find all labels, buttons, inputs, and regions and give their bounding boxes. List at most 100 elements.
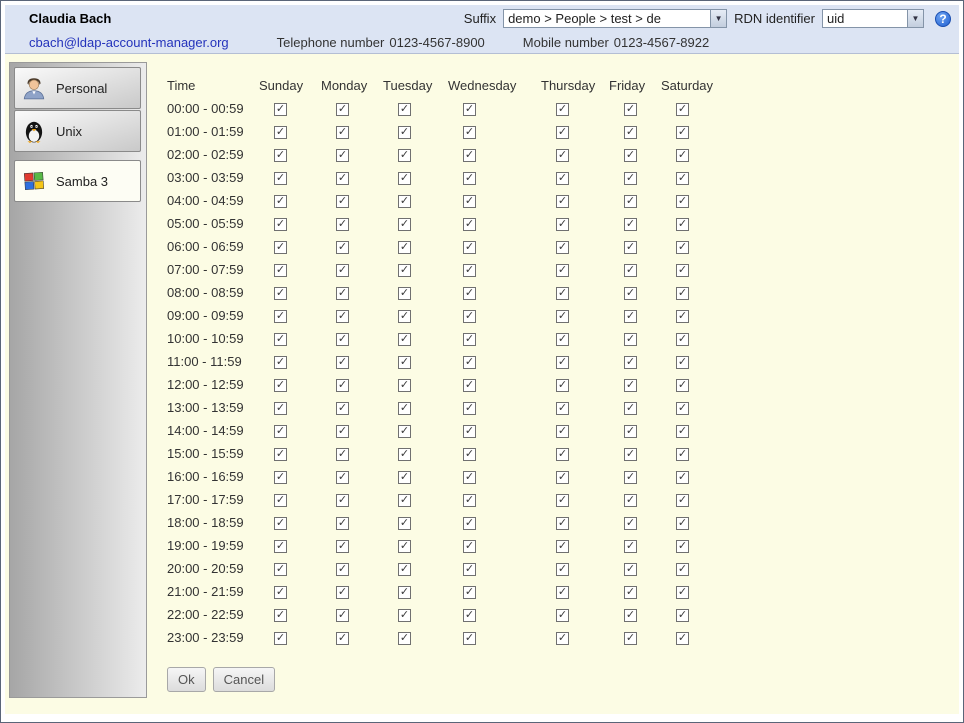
logon-hour-checkbox-saturday-07[interactable] — [676, 264, 689, 277]
logon-hour-checkbox-monday-04[interactable] — [336, 195, 349, 208]
logon-hour-checkbox-saturday-18[interactable] — [676, 517, 689, 530]
logon-hour-checkbox-sunday-20[interactable] — [274, 563, 287, 576]
cancel-button[interactable]: Cancel — [213, 667, 275, 692]
tab-unix[interactable]: Unix — [14, 110, 141, 152]
logon-hour-checkbox-sunday-02[interactable] — [274, 149, 287, 162]
logon-hour-checkbox-thursday-11[interactable] — [556, 356, 569, 369]
logon-hour-checkbox-wednesday-06[interactable] — [463, 241, 476, 254]
logon-hour-checkbox-wednesday-08[interactable] — [463, 287, 476, 300]
tab-personal[interactable]: Personal — [14, 67, 141, 109]
logon-hour-checkbox-wednesday-20[interactable] — [463, 563, 476, 576]
logon-hour-checkbox-thursday-08[interactable] — [556, 287, 569, 300]
logon-hour-checkbox-thursday-13[interactable] — [556, 402, 569, 415]
logon-hour-checkbox-friday-22[interactable] — [624, 609, 637, 622]
logon-hour-checkbox-saturday-14[interactable] — [676, 425, 689, 438]
logon-hour-checkbox-sunday-01[interactable] — [274, 126, 287, 139]
logon-hour-checkbox-saturday-22[interactable] — [676, 609, 689, 622]
logon-hour-checkbox-monday-23[interactable] — [336, 632, 349, 645]
logon-hour-checkbox-monday-21[interactable] — [336, 586, 349, 599]
logon-hour-checkbox-tuesday-20[interactable] — [398, 563, 411, 576]
logon-hour-checkbox-wednesday-10[interactable] — [463, 333, 476, 346]
logon-hour-checkbox-wednesday-01[interactable] — [463, 126, 476, 139]
email-link[interactable]: cbach@ldap-account-manager.org — [29, 35, 229, 50]
logon-hour-checkbox-friday-16[interactable] — [624, 471, 637, 484]
logon-hour-checkbox-tuesday-13[interactable] — [398, 402, 411, 415]
logon-hour-checkbox-saturday-03[interactable] — [676, 172, 689, 185]
logon-hour-checkbox-sunday-21[interactable] — [274, 586, 287, 599]
logon-hour-checkbox-wednesday-14[interactable] — [463, 425, 476, 438]
logon-hour-checkbox-monday-08[interactable] — [336, 287, 349, 300]
logon-hour-checkbox-sunday-05[interactable] — [274, 218, 287, 231]
logon-hour-checkbox-monday-18[interactable] — [336, 517, 349, 530]
suffix-select[interactable]: demo > People > test > de ▼ — [503, 9, 727, 28]
logon-hour-checkbox-tuesday-18[interactable] — [398, 517, 411, 530]
logon-hour-checkbox-wednesday-09[interactable] — [463, 310, 476, 323]
logon-hour-checkbox-thursday-05[interactable] — [556, 218, 569, 231]
logon-hour-checkbox-sunday-00[interactable] — [274, 103, 287, 116]
logon-hour-checkbox-tuesday-10[interactable] — [398, 333, 411, 346]
logon-hour-checkbox-wednesday-11[interactable] — [463, 356, 476, 369]
logon-hour-checkbox-friday-04[interactable] — [624, 195, 637, 208]
logon-hour-checkbox-monday-13[interactable] — [336, 402, 349, 415]
logon-hour-checkbox-friday-02[interactable] — [624, 149, 637, 162]
logon-hour-checkbox-monday-19[interactable] — [336, 540, 349, 553]
logon-hour-checkbox-thursday-07[interactable] — [556, 264, 569, 277]
logon-hour-checkbox-tuesday-14[interactable] — [398, 425, 411, 438]
logon-hour-checkbox-wednesday-13[interactable] — [463, 402, 476, 415]
logon-hour-checkbox-tuesday-19[interactable] — [398, 540, 411, 553]
logon-hour-checkbox-friday-21[interactable] — [624, 586, 637, 599]
logon-hour-checkbox-friday-11[interactable] — [624, 356, 637, 369]
logon-hour-checkbox-saturday-09[interactable] — [676, 310, 689, 323]
logon-hour-checkbox-monday-10[interactable] — [336, 333, 349, 346]
logon-hour-checkbox-thursday-21[interactable] — [556, 586, 569, 599]
logon-hour-checkbox-sunday-17[interactable] — [274, 494, 287, 507]
logon-hour-checkbox-monday-03[interactable] — [336, 172, 349, 185]
logon-hour-checkbox-thursday-18[interactable] — [556, 517, 569, 530]
logon-hour-checkbox-saturday-04[interactable] — [676, 195, 689, 208]
logon-hour-checkbox-thursday-02[interactable] — [556, 149, 569, 162]
logon-hour-checkbox-friday-19[interactable] — [624, 540, 637, 553]
logon-hour-checkbox-thursday-23[interactable] — [556, 632, 569, 645]
logon-hour-checkbox-wednesday-23[interactable] — [463, 632, 476, 645]
logon-hour-checkbox-friday-17[interactable] — [624, 494, 637, 507]
logon-hour-checkbox-friday-09[interactable] — [624, 310, 637, 323]
logon-hour-checkbox-thursday-15[interactable] — [556, 448, 569, 461]
logon-hour-checkbox-thursday-00[interactable] — [556, 103, 569, 116]
logon-hour-checkbox-saturday-19[interactable] — [676, 540, 689, 553]
logon-hour-checkbox-sunday-04[interactable] — [274, 195, 287, 208]
logon-hour-checkbox-monday-12[interactable] — [336, 379, 349, 392]
logon-hour-checkbox-tuesday-11[interactable] — [398, 356, 411, 369]
logon-hour-checkbox-thursday-19[interactable] — [556, 540, 569, 553]
logon-hour-checkbox-tuesday-17[interactable] — [398, 494, 411, 507]
logon-hour-checkbox-thursday-06[interactable] — [556, 241, 569, 254]
logon-hour-checkbox-saturday-00[interactable] — [676, 103, 689, 116]
logon-hour-checkbox-wednesday-22[interactable] — [463, 609, 476, 622]
logon-hour-checkbox-friday-14[interactable] — [624, 425, 637, 438]
logon-hour-checkbox-monday-17[interactable] — [336, 494, 349, 507]
logon-hour-checkbox-friday-08[interactable] — [624, 287, 637, 300]
logon-hour-checkbox-monday-16[interactable] — [336, 471, 349, 484]
logon-hour-checkbox-tuesday-02[interactable] — [398, 149, 411, 162]
logon-hour-checkbox-thursday-04[interactable] — [556, 195, 569, 208]
logon-hour-checkbox-saturday-02[interactable] — [676, 149, 689, 162]
logon-hour-checkbox-monday-11[interactable] — [336, 356, 349, 369]
logon-hour-checkbox-wednesday-02[interactable] — [463, 149, 476, 162]
help-icon[interactable]: ? — [935, 11, 951, 27]
logon-hour-checkbox-friday-23[interactable] — [624, 632, 637, 645]
logon-hour-checkbox-tuesday-07[interactable] — [398, 264, 411, 277]
logon-hour-checkbox-friday-00[interactable] — [624, 103, 637, 116]
logon-hour-checkbox-friday-06[interactable] — [624, 241, 637, 254]
logon-hour-checkbox-wednesday-05[interactable] — [463, 218, 476, 231]
logon-hour-checkbox-tuesday-05[interactable] — [398, 218, 411, 231]
logon-hour-checkbox-friday-13[interactable] — [624, 402, 637, 415]
logon-hour-checkbox-sunday-19[interactable] — [274, 540, 287, 553]
logon-hour-checkbox-saturday-11[interactable] — [676, 356, 689, 369]
logon-hour-checkbox-saturday-01[interactable] — [676, 126, 689, 139]
logon-hour-checkbox-sunday-13[interactable] — [274, 402, 287, 415]
logon-hour-checkbox-sunday-06[interactable] — [274, 241, 287, 254]
logon-hour-checkbox-monday-06[interactable] — [336, 241, 349, 254]
logon-hour-checkbox-wednesday-21[interactable] — [463, 586, 476, 599]
logon-hour-checkbox-tuesday-09[interactable] — [398, 310, 411, 323]
logon-hour-checkbox-sunday-03[interactable] — [274, 172, 287, 185]
logon-hour-checkbox-tuesday-04[interactable] — [398, 195, 411, 208]
